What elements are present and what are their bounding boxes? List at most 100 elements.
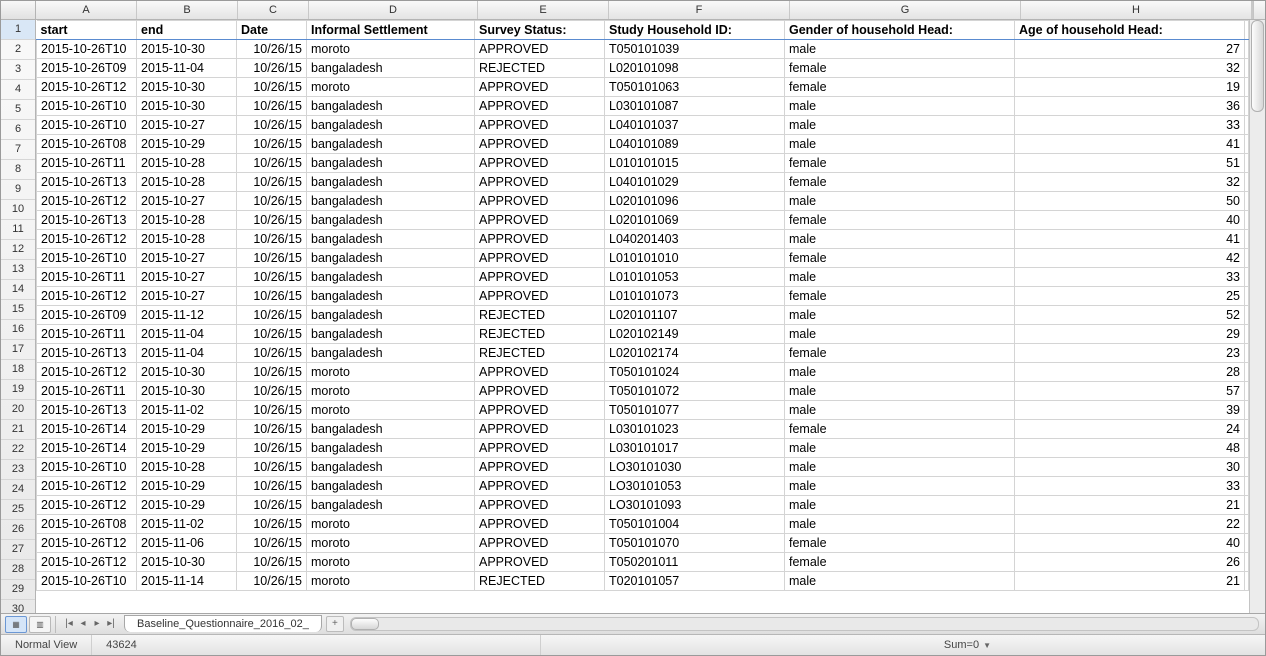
row-header-18[interactable]: 18: [1, 360, 35, 380]
cell[interactable]: bangaladesh: [307, 249, 475, 268]
status-sum[interactable]: Sum=0 ▼: [930, 639, 1005, 651]
cell[interactable]: 21: [1015, 496, 1245, 515]
cell[interactable]: 2015-10-30: [137, 97, 237, 116]
cell[interactable]: bangaladesh: [307, 154, 475, 173]
cell[interactable]: 2015-10-26T12: [37, 230, 137, 249]
cell[interactable]: 2015-10-28: [137, 211, 237, 230]
row-header-13[interactable]: 13: [1, 260, 35, 280]
cell[interactable]: female: [785, 553, 1015, 572]
cell[interactable]: APPROVED: [475, 211, 605, 230]
cell[interactable]: 2015-10-30: [137, 553, 237, 572]
row-header-19[interactable]: 19: [1, 380, 35, 400]
table-row[interactable]: 2015-10-26T112015-10-3010/26/15morotoAPP…: [37, 382, 1249, 401]
cell[interactable]: 2015-11-04: [137, 344, 237, 363]
cell[interactable]: 10/26/15: [237, 116, 307, 135]
row-header-2[interactable]: 2: [1, 40, 35, 60]
column-header-C[interactable]: C: [238, 1, 309, 19]
cell[interactable]: 29: [1015, 325, 1245, 344]
cell[interactable]: male: [785, 363, 1015, 382]
sheet-tab[interactable]: Baseline_Questionnaire_2016_02_: [124, 615, 322, 632]
cell[interactable]: male: [785, 97, 1015, 116]
cell[interactable]: male: [785, 401, 1015, 420]
cell[interactable]: 10/26/15: [237, 59, 307, 78]
row-header-23[interactable]: 23: [1, 460, 35, 480]
table-row[interactable]: 2015-10-26T112015-10-2710/26/15bangalade…: [37, 268, 1249, 287]
cell[interactable]: L040101029: [605, 173, 785, 192]
cell[interactable]: APPROVED: [475, 420, 605, 439]
cell[interactable]: male: [785, 306, 1015, 325]
cell[interactable]: 32: [1015, 59, 1245, 78]
cell[interactable]: T050101070: [605, 534, 785, 553]
cell[interactable]: 10/26/15: [237, 211, 307, 230]
column-header-B[interactable]: B: [137, 1, 238, 19]
cells-grid[interactable]: startendDateInformal SettlementSurvey St…: [36, 20, 1249, 613]
column-header-H[interactable]: H: [1021, 1, 1252, 19]
cell[interactable]: 57: [1015, 382, 1245, 401]
row-header-3[interactable]: 3: [1, 60, 35, 80]
cell[interactable]: moroto: [307, 553, 475, 572]
cell[interactable]: 2015-10-26T13: [37, 401, 137, 420]
row-header-1[interactable]: 1: [1, 20, 35, 40]
last-sheet-button[interactable]: ▸|: [104, 617, 118, 631]
cell[interactable]: APPROVED: [475, 401, 605, 420]
table-row[interactable]: 2015-10-26T122015-10-3010/26/15morotoAPP…: [37, 553, 1249, 572]
cell[interactable]: APPROVED: [475, 363, 605, 382]
cell[interactable]: REJECTED: [475, 59, 605, 78]
row-header-29[interactable]: 29: [1, 580, 35, 600]
cell[interactable]: L020102174: [605, 344, 785, 363]
cell[interactable]: 2015-10-26T12: [37, 287, 137, 306]
cell[interactable]: 50: [1015, 192, 1245, 211]
cell[interactable]: 2015-10-26T14: [37, 420, 137, 439]
cell[interactable]: 2015-10-30: [137, 382, 237, 401]
cell[interactable]: T050201011: [605, 553, 785, 572]
cell[interactable]: 25: [1015, 287, 1245, 306]
cell[interactable]: bangaladesh: [307, 173, 475, 192]
cell[interactable]: bangaladesh: [307, 420, 475, 439]
row-header-25[interactable]: 25: [1, 500, 35, 520]
cell[interactable]: female: [785, 173, 1015, 192]
cell[interactable]: 2015-11-04: [137, 59, 237, 78]
row-header-30[interactable]: 30: [1, 600, 35, 613]
row-header-11[interactable]: 11: [1, 220, 35, 240]
cell[interactable]: 41: [1015, 230, 1245, 249]
cell[interactable]: LO30101093: [605, 496, 785, 515]
cell[interactable]: 10/26/15: [237, 553, 307, 572]
cell[interactable]: 2015-10-26T11: [37, 268, 137, 287]
row-header-4[interactable]: 4: [1, 80, 35, 100]
cell[interactable]: 10/26/15: [237, 40, 307, 59]
cell[interactable]: bangaladesh: [307, 135, 475, 154]
cell[interactable]: 2015-10-28: [137, 154, 237, 173]
cell[interactable]: male: [785, 458, 1015, 477]
cell[interactable]: 26: [1015, 553, 1245, 572]
table-row[interactable]: 2015-10-26T132015-11-0210/26/15morotoAPP…: [37, 401, 1249, 420]
table-row[interactable]: 2015-10-26T132015-10-2810/26/15bangalade…: [37, 173, 1249, 192]
cell[interactable]: 2015-10-29: [137, 420, 237, 439]
table-row[interactable]: 2015-10-26T122015-10-2710/26/15bangalade…: [37, 287, 1249, 306]
cell[interactable]: 42: [1015, 249, 1245, 268]
row-header-21[interactable]: 21: [1, 420, 35, 440]
cell[interactable]: T050101039: [605, 40, 785, 59]
cell[interactable]: 10/26/15: [237, 192, 307, 211]
row-header-5[interactable]: 5: [1, 100, 35, 120]
cell[interactable]: 10/26/15: [237, 363, 307, 382]
cell[interactable]: L020102149: [605, 325, 785, 344]
cell[interactable]: male: [785, 515, 1015, 534]
cell[interactable]: APPROVED: [475, 458, 605, 477]
table-row[interactable]: 2015-10-26T112015-10-2810/26/15bangalade…: [37, 154, 1249, 173]
cell[interactable]: 24: [1015, 420, 1245, 439]
cell[interactable]: 27: [1015, 40, 1245, 59]
table-row[interactable]: 2015-10-26T102015-10-2710/26/15bangalade…: [37, 116, 1249, 135]
cell[interactable]: 40: [1015, 534, 1245, 553]
table-row[interactable]: 2015-10-26T092015-11-1210/26/15bangalade…: [37, 306, 1249, 325]
cell[interactable]: moroto: [307, 363, 475, 382]
cell[interactable]: 30: [1015, 458, 1245, 477]
cell[interactable]: 10/26/15: [237, 382, 307, 401]
row-header-6[interactable]: 6: [1, 120, 35, 140]
cell[interactable]: 2015-10-26T08: [37, 515, 137, 534]
cell[interactable]: APPROVED: [475, 249, 605, 268]
cell[interactable]: L010101073: [605, 287, 785, 306]
cell[interactable]: male: [785, 572, 1015, 591]
row-header-17[interactable]: 17: [1, 340, 35, 360]
table-row[interactable]: 2015-10-26T122015-10-2710/26/15bangalade…: [37, 192, 1249, 211]
row-header-14[interactable]: 14: [1, 280, 35, 300]
